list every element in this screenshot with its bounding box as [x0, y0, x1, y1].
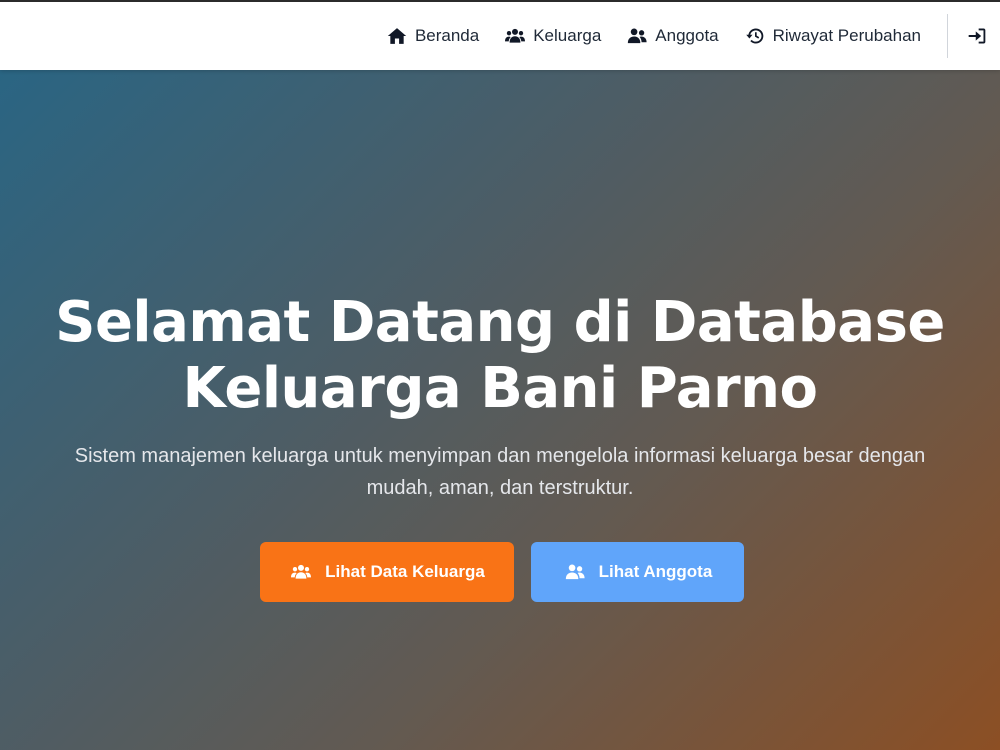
hero-subtitle-line-2: mudah, aman, dan terstruktur.: [366, 477, 634, 499]
view-members-label: Lihat Anggota: [598, 562, 713, 581]
history-icon: [745, 28, 763, 44]
nav-divider: [947, 14, 948, 58]
hero-subtitle: Sistem manajemen keluarga untuk menyimpa…: [40, 440, 960, 504]
nav-item-label: Riwayat Perubahan: [772, 26, 921, 45]
nav-item-anggota[interactable]: Anggota: [627, 26, 719, 46]
user-friends-icon: [565, 564, 585, 580]
top-navbar: Beranda Keluarga Anggota Riwayat Perubah…: [0, 0, 1000, 70]
user-friends-icon: [628, 28, 647, 44]
login-button[interactable]: [954, 13, 1000, 59]
nav-item-keluarga[interactable]: Keluarga: [505, 26, 601, 46]
users-icon: [291, 564, 312, 579]
nav-item-riwayat-perubahan[interactable]: Riwayat Perubahan: [745, 26, 921, 46]
hero-title: Selamat Datang di Database Keluarga Bani…: [0, 290, 1000, 422]
hero-section: Selamat Datang di Database Keluarga Bani…: [0, 70, 1000, 750]
nav-item-label: Anggota: [655, 26, 719, 45]
nav-item-label: Beranda: [414, 26, 480, 45]
hero-subtitle-line-1: Sistem manajemen keluarga untuk menyimpa…: [74, 445, 926, 467]
users-icon: [505, 28, 526, 43]
sign-in-icon: [968, 28, 986, 44]
view-members-button[interactable]: Lihat Anggota: [531, 542, 744, 602]
hero-title-line-1: Selamat Datang di Database: [55, 290, 945, 355]
nav-menu: Beranda Keluarga Anggota Riwayat Perubah…: [387, 2, 1000, 70]
home-icon: [387, 28, 407, 44]
nav-item-beranda[interactable]: Beranda: [387, 26, 479, 46]
hero-title-line-2: Keluarga Bani Parno: [182, 356, 818, 421]
nav-item-label: Keluarga: [533, 26, 602, 45]
view-family-data-label: Lihat Data Keluarga: [325, 562, 485, 581]
view-family-data-button[interactable]: Lihat Data Keluarga: [260, 542, 514, 602]
